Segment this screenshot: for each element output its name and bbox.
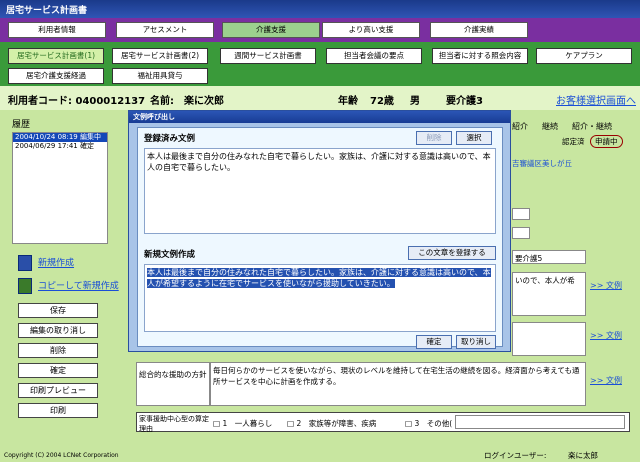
housework-reason-label: 家事援助中心型の算定理由 [139,415,209,433]
example-link-2[interactable]: >> 文例 [590,330,622,341]
history-item[interactable]: 2004/06/29 17:41 確定 [13,142,107,151]
print-preview-button[interactable]: 印刷プレビュー [18,383,98,398]
tab-continuation[interactable]: 継続 [542,121,558,132]
dialog-body: 登録済み文例 削除 選択 本人は最後まで自分の住みなれた自宅で暮らしたい。家族は… [137,127,503,349]
delete-example-button[interactable]: 削除 [416,131,452,145]
copy-new-label: コピーして新規作成 [38,281,119,292]
care-level: 要介護3 [446,96,483,107]
select-box-1[interactable] [512,208,530,220]
goal-text-field[interactable] [512,322,586,356]
tab-referral[interactable]: 紹介 [512,121,528,132]
login-user-name: 楽に太郎 [568,451,598,460]
delete-button[interactable]: 削除 [18,343,98,358]
new-create-link[interactable]: 新規作成 [18,255,74,271]
print-button[interactable]: 印刷 [18,403,98,418]
history-label: 履歴 [12,120,31,130]
undo-edit-button[interactable]: 編集の取り消し [18,323,98,338]
subtab-weekly-plan[interactable]: 週間サービス計画書 [220,48,316,64]
registered-example-text[interactable]: 本人は最後まで自分の住みなれた自宅で暮らしたい。家族は、介護に対する意識は高いの… [144,148,496,234]
subtab-plan2[interactable]: 居宅サービス計画書(2) [112,48,208,64]
history-item[interactable]: 2004/10/24 08:19 編集中 [13,133,107,142]
selected-text: 本人は最後まで自分の住みなれた自宅で暮らしたい。家族は、介護に対する意識は高いの… [147,268,491,288]
top-nav: 利用者情報 アセスメント 介護支援 より高い支援 介護実績 [0,18,640,42]
housework-reason-row: 家事援助中心型の算定理由 □ 1 一人暮らし □ 2 家族等が障害、疾病 □ 3… [136,412,630,433]
reason-checkbox-3[interactable]: □ 3 その他( [405,418,452,429]
reason-checkbox-1[interactable]: □ 1 一人暮らし [213,418,272,429]
registered-examples-label: 登録済み文例 [144,134,196,144]
user-age: 72歳 [370,96,394,107]
subtab-support-progress[interactable]: 居宅介護支援経過 [8,68,104,84]
user-code: 利用者コード: 0400012137 [8,96,146,107]
subtab-care-plan[interactable]: ケアプラン [536,48,632,64]
confirm-button[interactable]: 確定 [18,363,98,378]
example-link-3[interactable]: >> 文例 [590,375,622,386]
needs-text-field[interactable]: いので、本人が希 [512,272,586,316]
copy-new-link[interactable]: コピーして新規作成 [18,278,119,294]
tab-higher-support[interactable]: より高い支援 [322,22,420,38]
name-label: 名前: [150,96,174,107]
document-icon [18,255,32,271]
select-example-button[interactable]: 選択 [456,131,492,145]
tab-referral-continuation[interactable]: 紹介・継続 [572,121,612,132]
subtab-plan1[interactable]: 居宅サービス計画書(1) [8,48,104,64]
example-dialog: 文例呼び出し 登録済み文例 削除 選択 本人は最後まで自分の住みなれた自宅で暮ら… [128,110,511,352]
new-example-textarea[interactable]: 本人は最後まで自分の住みなれた自宅で暮らしたい。家族は、介護に対する意識は高いの… [144,264,496,332]
client-select-link[interactable]: お客様選択画面へ [556,92,636,107]
title-bar: 居宅サービス計画書 [0,0,640,18]
sub-nav: 居宅サービス計画書(1) 居宅サービス計画書(2) 週間サービス計画書 担当者会… [0,42,640,86]
subtab-meeting-points[interactable]: 担当者会議の要点 [326,48,422,64]
reason-checkbox-2[interactable]: □ 2 家族等が障害、疾病 [287,418,376,429]
subtab-welfare-rental[interactable]: 福祉用具貸与 [112,68,208,84]
certified-label: 認定済 [562,137,585,146]
new-example-label: 新規文例作成 [144,250,196,260]
tab-assessment[interactable]: アセスメント [116,22,214,38]
user-name: 楽に次郎 [184,96,224,107]
register-text-button[interactable]: この文章を登録する [408,246,496,260]
ok-button[interactable]: 確定 [416,335,452,349]
support-policy-text[interactable]: 毎日何らかのサービスを使いながら、現状のレベルを維持して在宅生活の継続を図る。経… [210,362,586,406]
example-link-1[interactable]: >> 文例 [590,280,622,291]
tab-user-info[interactable]: 利用者情報 [8,22,106,38]
copy-icon [18,278,32,294]
applying-badge: 申請中 [590,135,623,148]
tab-care-support[interactable]: 介護支援 [222,22,320,38]
select-box-2[interactable] [512,227,530,239]
subtab-inquiry[interactable]: 担当者に対する照会内容 [432,48,528,64]
reason-other-field[interactable] [455,415,625,429]
user-info-bar: 利用者コード: 0400012137 名前: 楽に次郎 年齢 72歳 男 要介護… [0,86,640,110]
history-list[interactable]: 2004/10/24 08:19 編集中 2004/06/29 17:41 確定 [12,132,108,244]
copyright: Copyright (C) 2004 LCNet Corporation [4,452,119,459]
age-label: 年齢 [338,96,358,107]
address-text: 吉審議区美しが丘 [512,159,572,168]
user-gender: 男 [410,96,420,107]
care-level-field[interactable]: 要介護5 [512,250,586,264]
save-button[interactable]: 保存 [18,303,98,318]
support-policy-label: 総合的な援助の方針 [136,362,210,406]
cancel-button[interactable]: 取り消し [456,335,496,349]
new-create-label: 新規作成 [38,258,75,269]
tab-care-record[interactable]: 介護実績 [430,22,528,38]
dialog-title: 文例呼び出し [129,111,510,123]
app-title: 居宅サービス計画書 [6,6,88,16]
login-user-label: ログインユーザー: [484,451,547,460]
